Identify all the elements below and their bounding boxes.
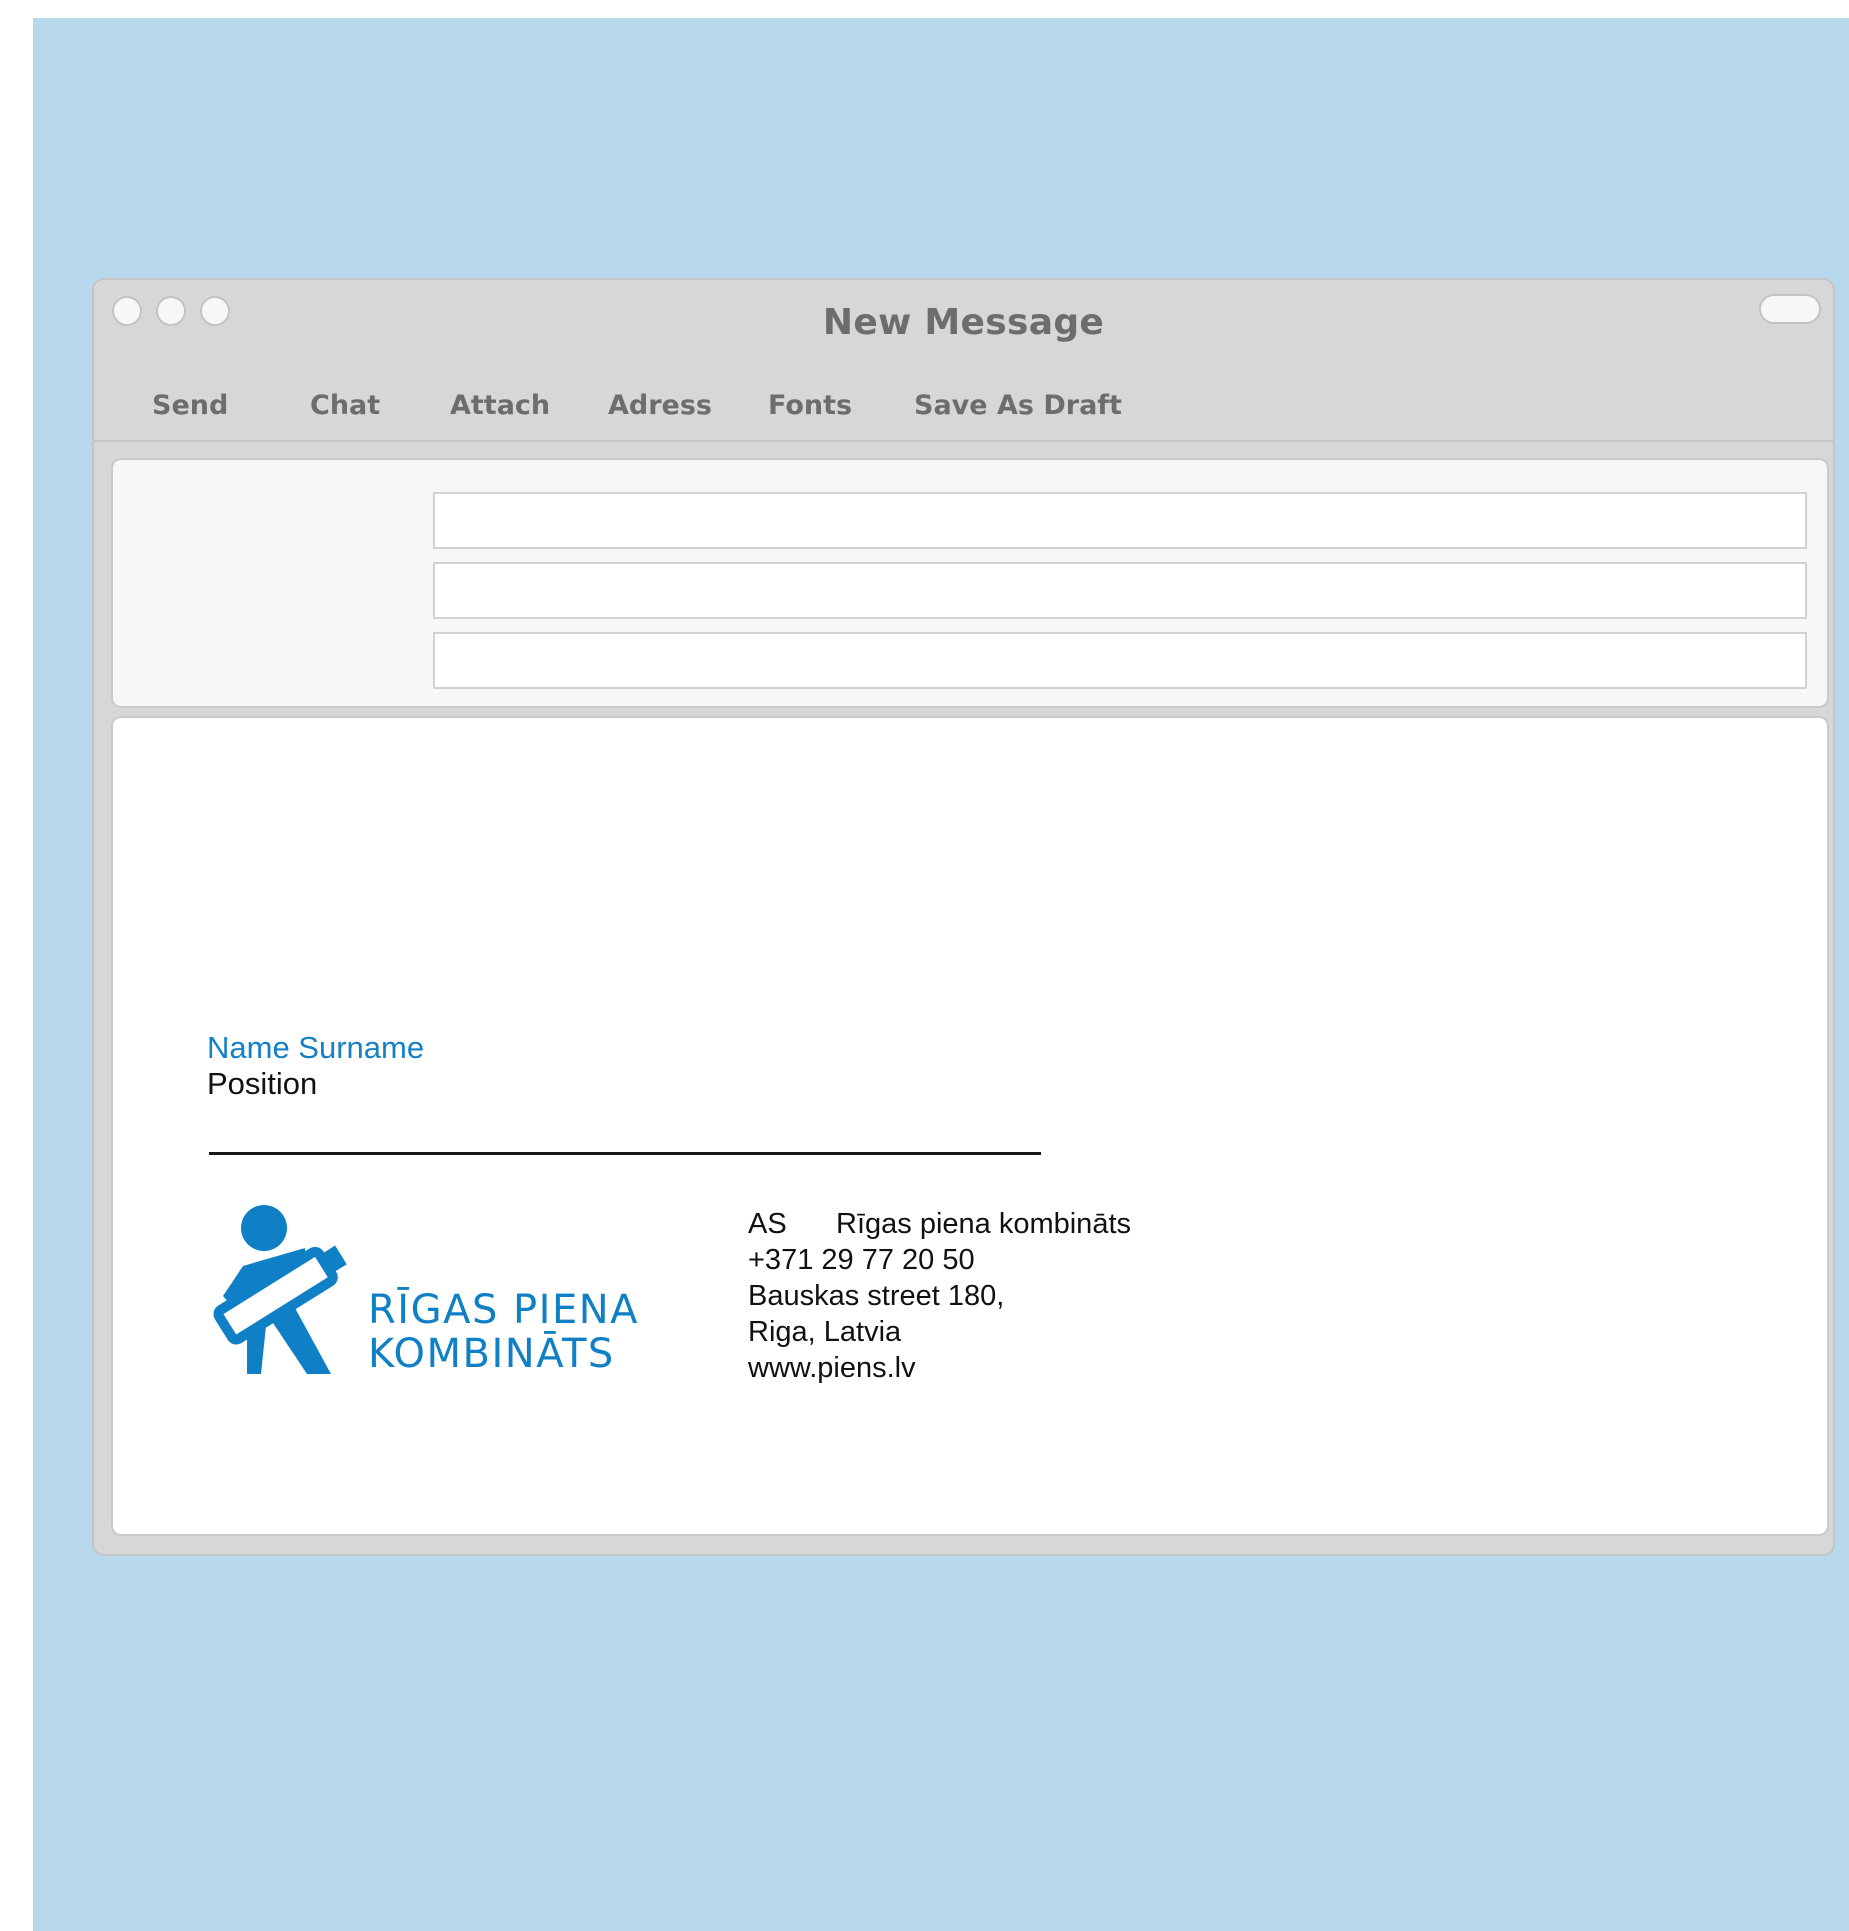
logo-line-2: KOMBINĀTS: [368, 1331, 615, 1377]
cc-field[interactable]: [433, 562, 1807, 619]
phone-number: +371 29 77 20 50: [748, 1244, 975, 1276]
signature-position: Position: [207, 1066, 318, 1101]
company-line: AS Rīgas piena kombināts: [748, 1206, 1131, 1242]
website-link[interactable]: www.piens.lv: [748, 1350, 1131, 1386]
company-logo-wordmark: RĪGAS PIENA KOMBINĀTS: [368, 1288, 639, 1376]
signature-name: Name Surname: [207, 1030, 425, 1065]
window-title: New Message: [822, 302, 1105, 343]
toolbar-divider: [94, 440, 1833, 442]
street-address: Bauskas street 180,: [748, 1280, 1005, 1312]
company-prefix: AS: [748, 1208, 787, 1240]
company-logo-figure: [213, 1205, 347, 1374]
message-body[interactable]: Name Surname Position RĪGAS PIENA KOMBIN…: [111, 716, 1829, 1536]
fonts-button[interactable]: Fonts: [768, 390, 852, 421]
contact-block: AS Rīgas piena kombināts +371 29 77 20 50…: [748, 1206, 1131, 1386]
subject-field[interactable]: [433, 632, 1807, 689]
city-country: Riga, Latvia: [748, 1316, 902, 1348]
chat-button[interactable]: Chat: [310, 390, 380, 421]
company-name: Rīgas piena kombināts: [836, 1208, 1131, 1240]
attach-button[interactable]: Attach: [450, 390, 550, 421]
send-button[interactable]: Send: [152, 390, 228, 421]
signature-divider: [209, 1152, 1041, 1155]
address-button[interactable]: Adress: [608, 390, 712, 421]
to-field[interactable]: [433, 492, 1807, 549]
message-header-panel: [111, 458, 1829, 708]
message-window: New Message Send Chat Attach Adress Font…: [92, 278, 1835, 1556]
save-as-draft-button[interactable]: Save As Draft: [914, 390, 1122, 421]
logo-line-1: RĪGAS PIENA: [368, 1287, 640, 1333]
